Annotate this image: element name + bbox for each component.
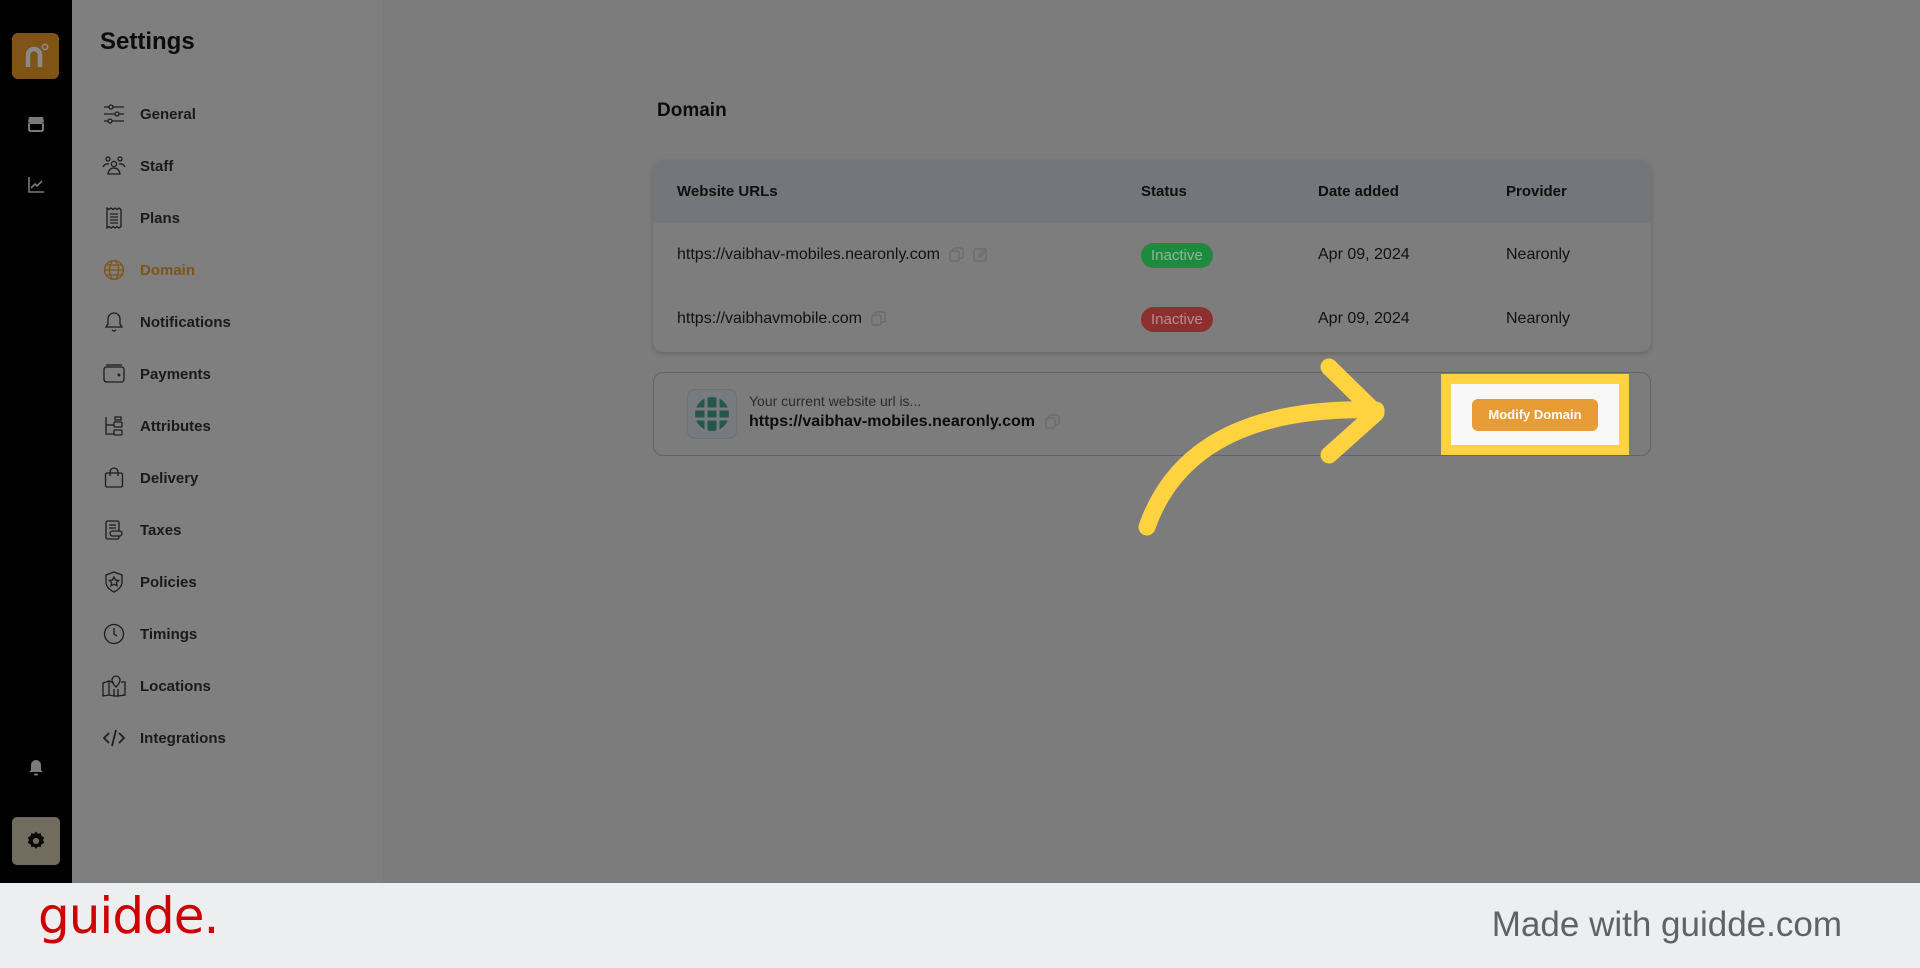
analytics-icon[interactable]	[24, 173, 48, 197]
copy-icon[interactable]	[1045, 414, 1061, 430]
globe-icon	[102, 258, 126, 282]
table-row: https://vaibhav-mobiles.nearonly.com Ina…	[653, 223, 1651, 287]
edit-icon[interactable]	[973, 247, 989, 263]
settings-nav: General Staff Plans Domain Notifications…	[102, 88, 231, 764]
sidebar-item-delivery[interactable]: Delivery	[102, 452, 231, 504]
copy-icon[interactable]	[949, 247, 965, 263]
sidebar-item-plans[interactable]: Plans	[102, 192, 231, 244]
settings-sidebar: Settings General Staff Plans Domain Noti…	[72, 0, 384, 883]
date-cell: Apr 09, 2024	[1318, 246, 1410, 263]
sidebar-item-payments[interactable]: Payments	[102, 348, 231, 400]
sidebar-item-policies[interactable]: Policies	[102, 556, 231, 608]
sidebar-item-integrations[interactable]: Integrations	[102, 712, 231, 764]
header-date-added: Date added	[1318, 183, 1399, 200]
bag-icon	[102, 466, 126, 490]
bell-icon[interactable]	[24, 756, 48, 780]
globe-icon	[687, 389, 737, 439]
guidde-footer: guidde. Made with guidde.com	[0, 883, 1920, 968]
header-status: Status	[1141, 183, 1187, 200]
provider-cell: Nearonly	[1506, 246, 1571, 263]
sidebar-item-attributes[interactable]: Attributes	[102, 400, 231, 452]
code-icon	[102, 726, 126, 750]
settings-button[interactable]	[12, 817, 60, 865]
made-with-text: Made with guidde.com	[1491, 905, 1842, 944]
sidebar-item-taxes[interactable]: Taxes	[102, 504, 231, 556]
sidebar-item-staff[interactable]: Staff	[102, 140, 231, 192]
nearonly-logo-icon	[25, 43, 48, 67]
domain-table: Website URLs Status Date added Provider …	[653, 160, 1651, 352]
status-badge: Inactive	[1141, 306, 1213, 332]
sidebar-item-notifications[interactable]: Notifications	[102, 296, 231, 348]
modify-domain-button[interactable]: Modify Domain	[1472, 398, 1598, 431]
date-cell: Apr 09, 2024	[1318, 310, 1410, 327]
table-header: Website URLs Status Date added Provider	[653, 160, 1651, 223]
current-url-value: https://vaibhav-mobiles.nearonly.com	[749, 413, 1061, 431]
url-cell: https://vaibhavmobile.com	[677, 310, 862, 327]
header-website-urls: Website URLs	[677, 183, 778, 200]
store-icon[interactable]	[24, 112, 48, 136]
provider-cell: Nearonly	[1506, 310, 1571, 327]
sliders-icon	[102, 102, 126, 126]
wallet-icon	[102, 362, 126, 386]
copy-icon[interactable]	[871, 311, 887, 327]
shield-star-icon	[102, 570, 126, 594]
app-logo[interactable]	[12, 33, 59, 79]
current-url-label: Your current website url is...	[749, 393, 922, 409]
highlight-box: Modify Domain	[1441, 374, 1629, 455]
clock-icon	[102, 622, 126, 646]
receipt-icon	[102, 206, 126, 230]
sidebar-item-domain[interactable]: Domain	[102, 244, 231, 296]
settings-title: Settings	[100, 28, 195, 55]
app-rail	[0, 0, 72, 883]
users-icon	[102, 154, 126, 178]
sidebar-item-timings[interactable]: Timings	[102, 608, 231, 660]
hierarchy-icon	[102, 414, 126, 438]
bell-icon	[102, 310, 126, 334]
tax-icon	[102, 518, 126, 542]
page-title: Domain	[657, 100, 727, 121]
guidde-logo: guidde.	[38, 887, 219, 945]
gear-icon	[27, 831, 45, 849]
table-row: https://vaibhavmobile.com Inactive Apr 0…	[653, 287, 1651, 351]
status-badge: Inactive	[1141, 242, 1213, 268]
sidebar-item-locations[interactable]: Locations	[102, 660, 231, 712]
current-url-text: https://vaibhav-mobiles.nearonly.com	[749, 413, 1035, 430]
header-provider: Provider	[1506, 183, 1567, 200]
map-icon	[102, 674, 126, 698]
url-cell: https://vaibhav-mobiles.nearonly.com	[677, 246, 940, 263]
sidebar-item-general[interactable]: General	[102, 88, 231, 140]
